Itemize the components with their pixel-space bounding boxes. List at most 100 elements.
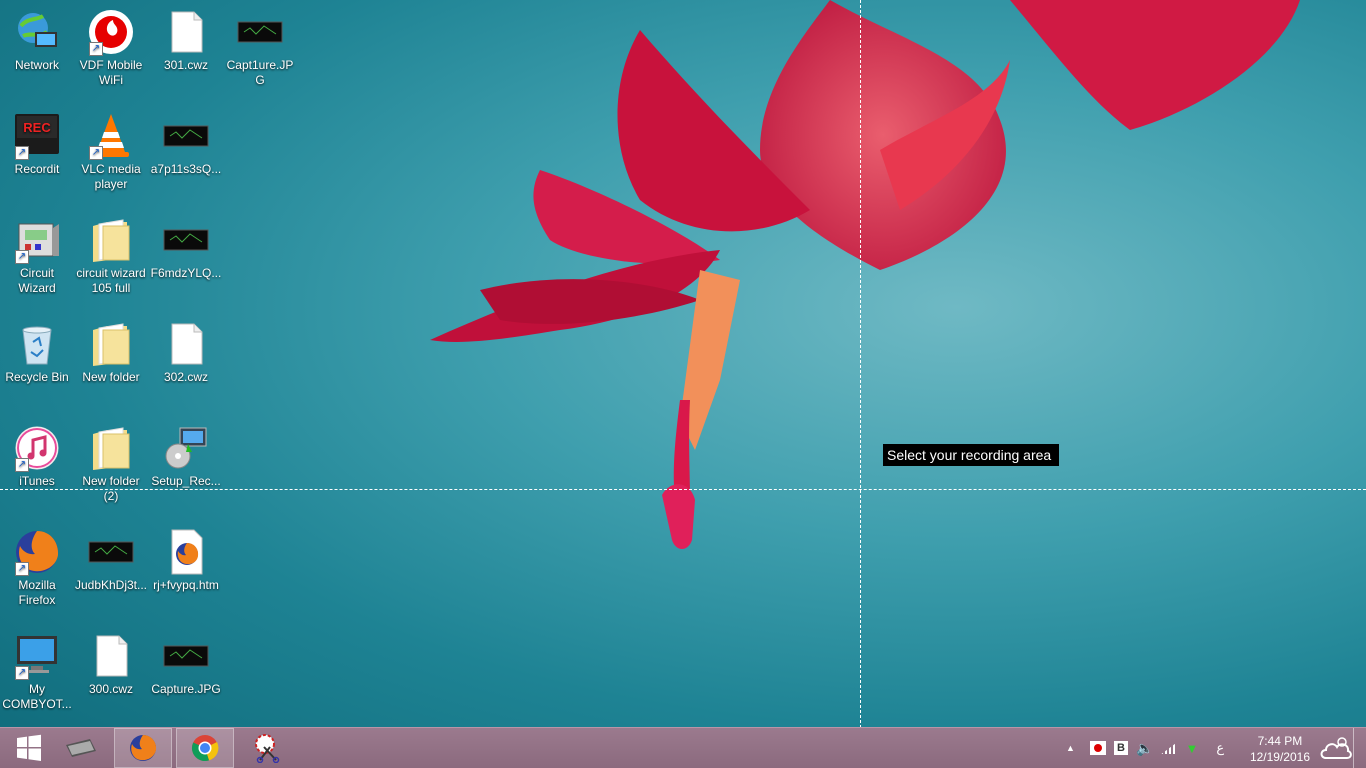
desktop-icon-label: Setup_Rec...: [151, 474, 221, 488]
folder-icon: [87, 424, 135, 472]
shortcut-arrow-icon: ↗: [89, 42, 103, 56]
image-icon: [87, 528, 135, 576]
recordit-icon: REC ↗: [13, 112, 61, 160]
b-tray-icon[interactable]: B: [1114, 741, 1128, 755]
desktop-icon-label: Network: [14, 58, 59, 72]
file-icon: [87, 632, 135, 680]
weather-cloud-icon[interactable]: [1318, 734, 1352, 767]
recycle-bin-icon: [13, 320, 61, 368]
svg-text:REC: REC: [23, 120, 51, 135]
image-icon: [162, 112, 210, 160]
desktop-icon-vlc-media-player[interactable]: ↗ VLC media player: [74, 112, 148, 192]
desktop-icon-label: VDF Mobile WiFi: [79, 58, 143, 87]
desktop-icon-label: 301.cwz: [163, 58, 209, 72]
desktop-icon-vdf-mobile-wifi[interactable]: ↗ VDF Mobile WiFi: [74, 8, 148, 88]
network-icon: [13, 8, 61, 56]
desktop-icon-judbkhdj3t[interactable]: JudbKhDj3t...: [74, 528, 148, 593]
installer-icon: [162, 424, 210, 472]
desktop-icon-mozilla-firefox[interactable]: ↗ Mozilla Firefox: [0, 528, 74, 608]
computer-icon: ↗: [13, 632, 61, 680]
shortcut-arrow-icon: ↗: [15, 146, 29, 160]
crosshair-horizontal-line: [0, 489, 1366, 490]
desktop-icon-f6mdzylq[interactable]: F6mdzYLQ...: [149, 216, 223, 281]
taskbar: ▲ B 🔈 ▼ ع 7:44 PM 12/19/2016: [0, 727, 1366, 768]
shortcut-arrow-icon: ↗: [15, 250, 29, 264]
desktop-icon-recordit[interactable]: REC ↗ Recordit: [0, 112, 74, 177]
desktop-icon-label: F6mdzYLQ...: [150, 266, 222, 280]
shortcut-arrow-icon: ↗: [89, 146, 103, 160]
shortcut-arrow-icon: ↗: [15, 562, 29, 576]
network-signal-icon[interactable]: [1161, 742, 1178, 754]
desktop-icon-label: 302.cwz: [163, 370, 209, 384]
desktop-icon-label: VLC media player: [81, 162, 141, 191]
input-language-indicator[interactable]: ع: [1216, 740, 1224, 756]
desktop-icon-rj-fvypq-htm[interactable]: rj+fvypq.htm: [149, 528, 223, 593]
recording-area-tooltip: Select your recording area: [883, 444, 1060, 466]
desktop-icon-302-cwz[interactable]: 302.cwz: [149, 320, 223, 385]
taskbar-explorer-button[interactable]: [52, 728, 110, 768]
desktop-icon-network[interactable]: Network: [0, 8, 74, 73]
desktop-icon-label: New folder: [82, 370, 140, 384]
desktop-icon-300-cwz[interactable]: 300.cwz: [74, 632, 148, 697]
show-hidden-icons-chevron-icon[interactable]: ▲: [1066, 743, 1080, 753]
desktop-icon-label: iTunes: [19, 474, 55, 488]
desktop-icon-label: Recycle Bin: [5, 370, 69, 384]
windows-start-icon: [17, 734, 41, 761]
desktop-icon-label: 300.cwz: [88, 682, 134, 696]
vlc-icon: ↗: [87, 112, 135, 160]
desktop-icon-circuit-wizard-105-full[interactable]: circuit wizard 105 full: [74, 216, 148, 296]
image-icon: [236, 8, 284, 56]
desktop-icon-label: Recordit: [14, 162, 60, 176]
taskbar-chrome-button[interactable]: [176, 728, 234, 768]
desktop-icon-capt1ure-jpg[interactable]: Capt1ure.JPG: [223, 8, 297, 88]
desktop-icon-my-combyot[interactable]: ↗ My COMBYOT...: [0, 632, 74, 712]
firefox-file-icon: [162, 528, 210, 576]
image-icon: [162, 632, 210, 680]
itunes-icon: ↗: [13, 424, 61, 472]
desktop-icon-capture-jpg[interactable]: Capture.JPG: [149, 632, 223, 697]
desktop-icon-label: Capt1ure.JPG: [226, 58, 294, 87]
desktop-icon-label: JudbKhDj3t...: [74, 578, 148, 592]
shortcut-arrow-icon: ↗: [15, 666, 29, 680]
start-button[interactable]: [0, 728, 58, 768]
firefox-icon: ↗: [13, 528, 61, 576]
desktop-icon-label: Mozilla Firefox: [18, 578, 56, 607]
desktop-icon-circuit-wizard[interactable]: ↗ Circuit Wizard: [0, 216, 74, 296]
taskbar-clock[interactable]: 7:44 PM 12/19/2016: [1250, 733, 1310, 765]
desktop-icon-a7p11s3sq[interactable]: a7p11s3sQ...: [149, 112, 223, 177]
taskbar-snipping-button[interactable]: [238, 728, 296, 768]
chrome-icon: [191, 735, 219, 762]
desktop-icon-setup-rec[interactable]: Setup_Rec...: [149, 424, 223, 489]
desktop-icon-new-folder-2[interactable]: New folder (2): [74, 424, 148, 504]
desktop-icon-label: My COMBYOT...: [2, 682, 72, 711]
vodafone-icon: ↗: [87, 8, 135, 56]
desktop-icon-label: a7p11s3sQ...: [150, 162, 222, 176]
download-manager-tray-icon[interactable]: ▼: [1185, 741, 1198, 756]
desktop-icon-label: Circuit Wizard: [18, 266, 56, 295]
desktop-icon-recycle-bin[interactable]: Recycle Bin: [0, 320, 74, 385]
firefox-icon: [130, 735, 157, 761]
crosshair-vertical-line: [860, 0, 861, 728]
file-explorer-icon: [66, 739, 96, 757]
desktop-icon-itunes[interactable]: ↗ iTunes: [0, 424, 74, 489]
desktop-icon-label: circuit wizard 105 full: [76, 266, 146, 295]
clock-time: 7:44 PM: [1257, 734, 1303, 748]
folder-icon: [87, 320, 135, 368]
desktop-icon-301-cwz[interactable]: 301.cwz: [149, 8, 223, 73]
taskbar-firefox-button[interactable]: [114, 728, 172, 768]
shortcut-arrow-icon: ↗: [15, 458, 29, 472]
desktop-icon-label: rj+fvypq.htm: [153, 578, 219, 592]
system-tray: ▲ B 🔈 ▼ ع: [1066, 728, 1224, 768]
desktop-icon-label: Capture.JPG: [151, 682, 221, 696]
recordit-tray-icon[interactable]: [1090, 741, 1106, 755]
image-icon: [162, 216, 210, 264]
volume-icon[interactable]: 🔈: [1136, 740, 1153, 757]
snipping-tool-icon: [255, 734, 280, 763]
folder-icon: [87, 216, 135, 264]
file-icon: [162, 8, 210, 56]
circuit-wizard-icon: ↗: [13, 216, 61, 264]
show-desktop-button[interactable]: [1353, 728, 1366, 768]
desktop-icon-new-folder[interactable]: New folder: [74, 320, 148, 385]
file-icon: [162, 320, 210, 368]
clock-date: 12/19/2016: [1249, 750, 1310, 764]
